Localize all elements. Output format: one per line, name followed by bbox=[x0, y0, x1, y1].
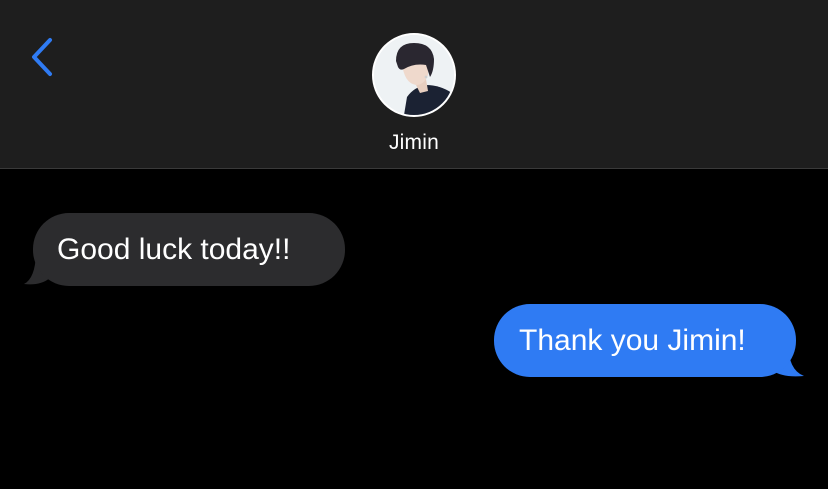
messages-app: Jimin Good luck today!! Thank you Jimin! bbox=[0, 0, 828, 489]
received-message-bubble[interactable]: Good luck today!! bbox=[33, 213, 345, 286]
contact-photo bbox=[374, 35, 454, 115]
message-text: Thank you Jimin! bbox=[519, 323, 746, 357]
message-text: Good luck today!! bbox=[57, 232, 291, 266]
contact-info: Jimin bbox=[0, 0, 828, 168]
sent-message-bubble[interactable]: Thank you Jimin! bbox=[494, 304, 796, 377]
avatar[interactable] bbox=[372, 33, 456, 117]
contact-name[interactable]: Jimin bbox=[314, 131, 514, 155]
conversation-header: Jimin bbox=[0, 0, 828, 169]
